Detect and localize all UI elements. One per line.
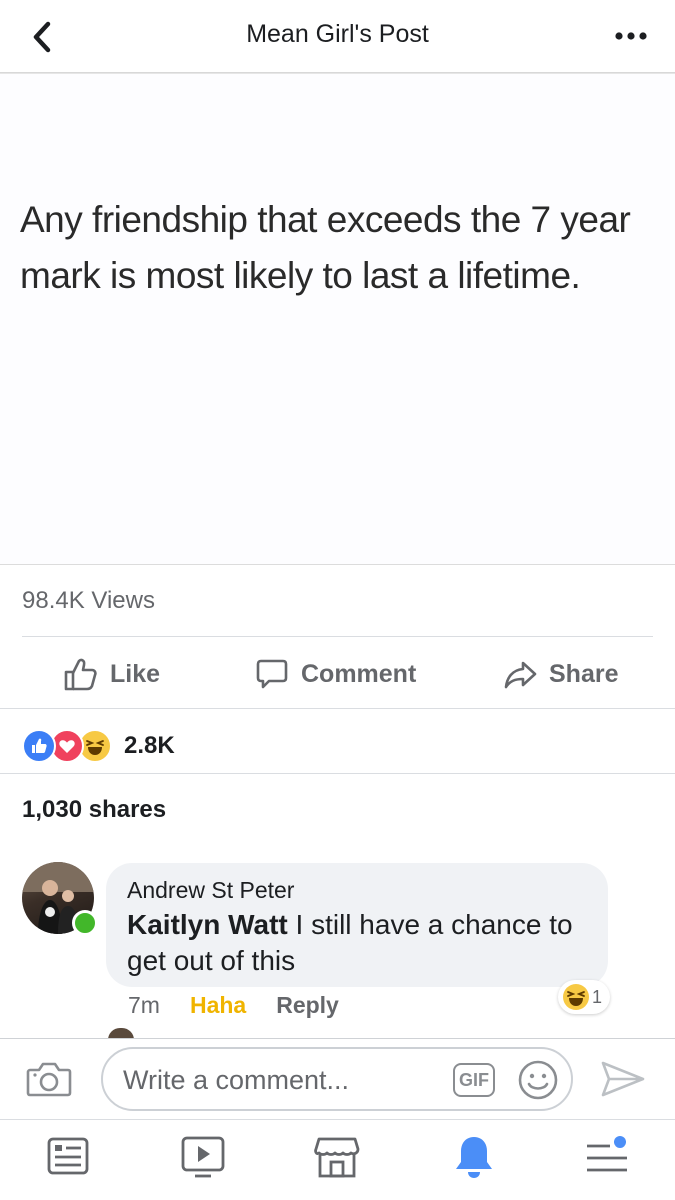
comment-haha-button[interactable]: Haha <box>190 992 246 1019</box>
divider <box>0 708 675 709</box>
share-button[interactable]: Share <box>503 640 618 708</box>
comment-input[interactable]: Write a comment... GIF <box>101 1047 573 1111</box>
comment-label: Comment <box>301 659 417 688</box>
comment-bubble-icon <box>256 659 288 689</box>
shares-count[interactable]: 1,030 shares <box>22 796 166 824</box>
share-label: Share <box>549 659 619 688</box>
divider <box>22 636 653 637</box>
menu-tab-icon[interactable] <box>584 1134 630 1178</box>
news-feed-tab-icon[interactable] <box>46 1134 90 1178</box>
emoji-icon[interactable] <box>517 1059 559 1101</box>
comment-reaction-count: 1 <box>592 986 603 1007</box>
comment-button[interactable]: Comment <box>255 640 416 708</box>
send-icon[interactable] <box>600 1059 646 1099</box>
comment-author[interactable]: Andrew St Peter <box>127 877 294 904</box>
post-quote-text: Any friendship that exceeds the 7 year m… <box>20 199 631 296</box>
comment-input-placeholder: Write a comment... <box>123 1065 350 1095</box>
comment-bubble[interactable]: Andrew St Peter Kaitlyn Watt I still hav… <box>106 863 608 987</box>
gif-button[interactable]: GIF <box>453 1063 495 1097</box>
haha-reaction-icon <box>563 984 589 1010</box>
reactions-summary[interactable]: 2.8K <box>22 728 175 764</box>
comment-reply-button[interactable]: Reply <box>276 992 339 1019</box>
reaction-count: 2.8K <box>124 732 175 759</box>
camera-icon[interactable] <box>26 1059 72 1099</box>
divider <box>0 773 675 774</box>
post-actions: Like Comment Share <box>0 640 675 708</box>
thumbs-up-icon <box>64 658 97 691</box>
views-count: 98.4K Views <box>22 587 155 614</box>
like-reaction-icon <box>22 729 56 763</box>
page-title: Mean Girl's Post <box>246 20 429 48</box>
notifications-tab-icon[interactable] <box>452 1134 496 1180</box>
like-button[interactable]: Like <box>62 640 160 708</box>
online-status-indicator <box>72 910 98 936</box>
share-arrow-icon <box>504 661 537 689</box>
post-image[interactable]: Any friendship that exceeds the 7 year m… <box>0 73 675 565</box>
comment-meta: 7m Haha Reply <box>128 992 339 1019</box>
bottom-tab-bar <box>0 1120 675 1200</box>
marketplace-tab-icon[interactable] <box>314 1134 360 1180</box>
top-bar: Mean Girl's Post <box>0 0 675 73</box>
comment-mention[interactable]: Kaitlyn Watt <box>127 909 288 940</box>
comment-time: 7m <box>128 992 160 1018</box>
comment-composer: Write a comment... GIF <box>0 1039 675 1119</box>
comment-reactions[interactable]: 1 <box>558 980 611 1014</box>
comment-text: Kaitlyn Watt I still have a chance to ge… <box>127 907 597 979</box>
more-options-icon[interactable] <box>613 26 649 46</box>
watch-tab-icon[interactable] <box>180 1134 226 1180</box>
like-label: Like <box>110 659 161 688</box>
